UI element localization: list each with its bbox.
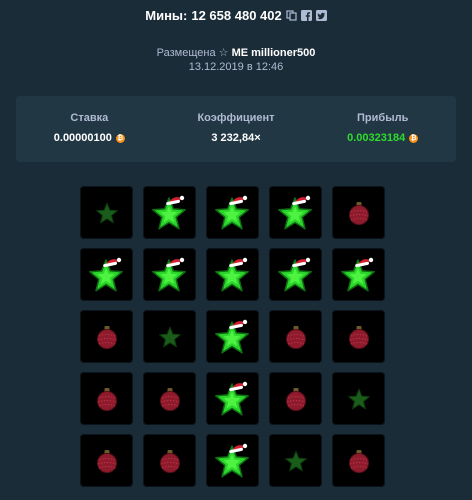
board-tile bbox=[269, 186, 322, 239]
gem-star-icon bbox=[276, 255, 316, 295]
board-tile bbox=[80, 372, 133, 425]
twitter-icon[interactable] bbox=[315, 10, 327, 21]
posted-line: Размещена ☆ ME millioner500 bbox=[0, 46, 472, 60]
board-tile bbox=[206, 372, 259, 425]
gem-star-icon bbox=[213, 193, 253, 233]
star-outline-icon: ☆ bbox=[218, 47, 229, 59]
facebook-icon[interactable] bbox=[300, 10, 312, 21]
board-tile bbox=[332, 186, 385, 239]
board-tile bbox=[143, 186, 196, 239]
board-tile bbox=[269, 372, 322, 425]
gem-star-icon bbox=[213, 441, 253, 481]
unrevealed-star-icon bbox=[283, 448, 309, 474]
game-id: 12 658 480 402 bbox=[191, 8, 282, 23]
ornament-mine-icon bbox=[345, 323, 373, 351]
board-tile bbox=[206, 310, 259, 363]
board-tile bbox=[143, 434, 196, 487]
user-level: ME bbox=[231, 47, 249, 59]
board-tile bbox=[206, 248, 259, 301]
posted-label: Размещена bbox=[156, 47, 216, 59]
ornament-mine-icon bbox=[93, 385, 121, 413]
board-tile bbox=[269, 434, 322, 487]
gem-star-icon bbox=[87, 255, 127, 295]
game-title-prefix: Мины: bbox=[145, 8, 188, 23]
ornament-mine-icon bbox=[282, 385, 310, 413]
board-tile bbox=[80, 248, 133, 301]
board-tile bbox=[332, 434, 385, 487]
unrevealed-star-icon bbox=[346, 386, 372, 412]
board-tile bbox=[80, 434, 133, 487]
gem-star-icon bbox=[150, 193, 190, 233]
ornament-mine-icon bbox=[282, 323, 310, 351]
bet-value-row: 0.00000100 ₿ bbox=[54, 132, 125, 144]
ornament-mine-icon bbox=[93, 447, 121, 475]
stat-bet: Ставка 0.00000100 ₿ bbox=[16, 96, 163, 162]
unrevealed-star-icon bbox=[157, 324, 183, 350]
ornament-mine-icon bbox=[345, 199, 373, 227]
board-tile bbox=[269, 310, 322, 363]
board-tile bbox=[332, 310, 385, 363]
bitcoin-icon: ₿ bbox=[409, 133, 419, 143]
multiplier-label: Коэффициент bbox=[197, 112, 275, 124]
stats-panel: Ставка 0.00000100 ₿ Коэффициент 3 232,84… bbox=[16, 96, 456, 162]
gem-star-icon bbox=[150, 255, 190, 295]
multiplier-value-row: 3 232,84× bbox=[211, 132, 260, 144]
gem-star-icon bbox=[213, 317, 253, 357]
ornament-mine-icon bbox=[93, 323, 121, 351]
unrevealed-star-icon bbox=[94, 200, 120, 226]
ornament-mine-icon bbox=[345, 447, 373, 475]
board-tile bbox=[206, 186, 259, 239]
mines-board bbox=[80, 186, 385, 487]
board-tile bbox=[80, 186, 133, 239]
board-tile bbox=[143, 372, 196, 425]
bet-meta: Размещена ☆ ME millioner500 13.12.2019 в… bbox=[0, 46, 472, 74]
board-tile bbox=[80, 310, 133, 363]
multiplier-value: 3 232,84× bbox=[211, 132, 261, 144]
board-tile bbox=[332, 248, 385, 301]
board-tile bbox=[143, 310, 196, 363]
board-tile bbox=[332, 372, 385, 425]
username-link[interactable]: millioner500 bbox=[251, 47, 315, 59]
board-tile bbox=[206, 434, 259, 487]
bitcoin-icon: ₿ bbox=[115, 133, 125, 143]
game-title: Мины: 12 658 480 402 bbox=[0, 8, 472, 23]
gem-star-icon bbox=[213, 379, 253, 419]
gem-star-icon bbox=[213, 255, 253, 295]
ornament-mine-icon bbox=[156, 385, 184, 413]
stat-multiplier: Коэффициент 3 232,84× bbox=[163, 96, 310, 162]
stat-profit: Прибыль 0.00323184 ₿ bbox=[309, 96, 456, 162]
profit-label: Прибыль bbox=[357, 112, 409, 124]
bet-value: 0.00000100 bbox=[53, 132, 112, 144]
gem-star-icon bbox=[276, 193, 316, 233]
gem-star-icon bbox=[339, 255, 379, 295]
board-tile bbox=[269, 248, 322, 301]
bet-datetime: 13.12.2019 в 12:46 bbox=[188, 61, 284, 73]
ornament-mine-icon bbox=[156, 447, 184, 475]
board-tile bbox=[143, 248, 196, 301]
profit-value: 0.00323184 bbox=[347, 132, 406, 144]
copy-icon[interactable] bbox=[286, 10, 297, 21]
profit-value-row: 0.00323184 ₿ bbox=[347, 132, 419, 144]
bet-label: Ставка bbox=[70, 112, 109, 124]
